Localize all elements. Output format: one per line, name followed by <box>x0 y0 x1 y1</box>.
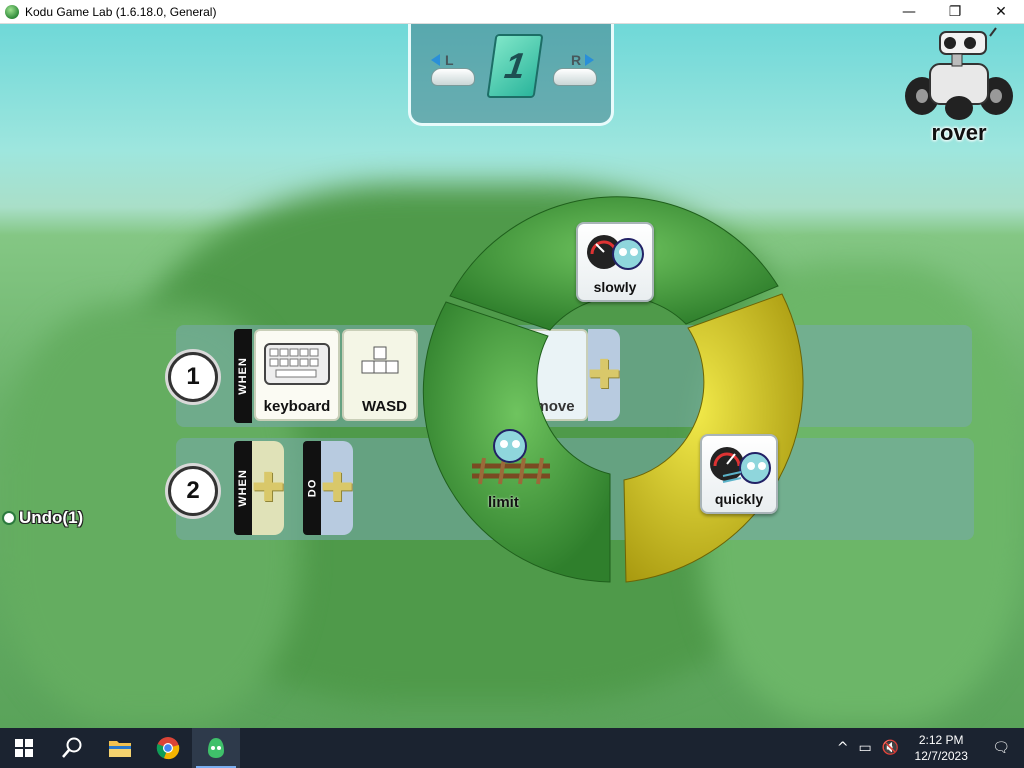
page-selector: L 1 R <box>408 24 614 126</box>
do-tag-label: DO <box>306 478 318 498</box>
system-tray: ^ ▭ 🔇 2:12 PM 12/7/2023 🗨 <box>832 728 1024 768</box>
volume-muted-icon[interactable]: 🔇 <box>877 740 904 756</box>
window-title-bar: Kodu Game Lab (1.6.18.0, General) — ❐ ✕ <box>0 0 1024 24</box>
right-shoulder-label: R <box>571 52 582 68</box>
folder-icon <box>109 741 131 757</box>
start-button[interactable] <box>0 728 48 768</box>
search-icon <box>62 737 82 758</box>
limit-icon[interactable] <box>466 426 556 486</box>
plus-icon: ✚ <box>251 465 285 511</box>
left-shoulder-label: L <box>445 52 454 68</box>
right-shoulder-button[interactable]: R <box>553 52 597 86</box>
character-badge: rover <box>900 26 1018 146</box>
keyboard-tile[interactable]: keyboard <box>254 329 340 421</box>
left-shoulder-button[interactable]: L <box>431 52 475 86</box>
kodu-app-icon <box>5 4 19 19</box>
minimize-button[interactable]: — <box>886 0 932 23</box>
add-when-tile-button[interactable]: ✚ <box>251 441 285 535</box>
rule-number-2[interactable]: 2 <box>168 466 218 516</box>
pie-item-label: quickly <box>714 491 764 507</box>
when-tag-label: WHEN <box>237 357 250 395</box>
windows-taskbar: ^ ▭ 🔇 2:12 PM 12/7/2023 🗨 <box>0 728 1024 768</box>
game-viewport[interactable]: L 1 R rover 1 WHEN keyboard WASD move ✚ … <box>0 24 1024 728</box>
maximize-button[interactable]: ❐ <box>932 0 978 23</box>
page-number: 1 <box>502 45 528 86</box>
clock-time: 2:12 PM <box>918 733 964 747</box>
pie-menu: slowly quickly limit <box>370 174 840 594</box>
tile-label: keyboard <box>263 398 331 415</box>
network-icon[interactable]: ▭ <box>854 740 877 756</box>
chrome-button[interactable] <box>144 728 192 768</box>
window-controls: — ❐ ✕ <box>886 0 1024 23</box>
close-button[interactable]: ✕ <box>978 0 1024 23</box>
fast-speedometer-kodu-icon <box>710 447 771 484</box>
speedometer-kodu-icon <box>587 235 644 270</box>
kodu-icon <box>208 738 224 758</box>
chevron-up-icon[interactable]: ^ <box>832 740 854 756</box>
character-name: rover <box>931 120 987 145</box>
quickly-tile[interactable]: quickly <box>700 434 778 514</box>
undo-label: Undo(1) <box>19 508 84 527</box>
undo-button[interactable]: Undo(1) <box>2 508 83 528</box>
keyboard-icon <box>264 343 330 385</box>
kodu-taskbar-button[interactable] <box>192 728 240 768</box>
chrome-icon <box>156 737 180 760</box>
window-title: Kodu Game Lab (1.6.18.0, General) <box>25 4 217 19</box>
clock[interactable]: 2:12 PM 12/7/2023 <box>904 732 978 764</box>
when-tag: WHEN <box>234 441 252 535</box>
windows-logo-icon <box>15 739 33 757</box>
rover-icon <box>905 27 1013 120</box>
undo-icon <box>2 511 16 525</box>
plus-icon: ✚ <box>320 465 354 511</box>
left-arrow-icon <box>431 54 440 66</box>
page-number-card: 1 <box>486 34 544 98</box>
clock-date: 12/7/2023 <box>914 749 968 763</box>
notifications-icon[interactable]: 🗨 <box>978 740 1024 756</box>
right-arrow-icon <box>585 54 594 66</box>
add-do-tile-button[interactable]: ✚ <box>320 441 354 535</box>
slowly-tile[interactable]: slowly <box>576 222 654 302</box>
shoulder-cap <box>553 68 597 86</box>
shoulder-cap <box>431 68 475 86</box>
pie-item-label: slowly <box>593 279 637 295</box>
file-explorer-button[interactable] <box>96 728 144 768</box>
when-tag-label: WHEN <box>237 469 250 507</box>
when-tag: WHEN <box>234 329 252 423</box>
search-button[interactable] <box>48 728 96 768</box>
limit-label: limit <box>488 494 519 511</box>
do-tag: DO <box>303 441 321 535</box>
rule-number-1[interactable]: 1 <box>168 352 218 402</box>
